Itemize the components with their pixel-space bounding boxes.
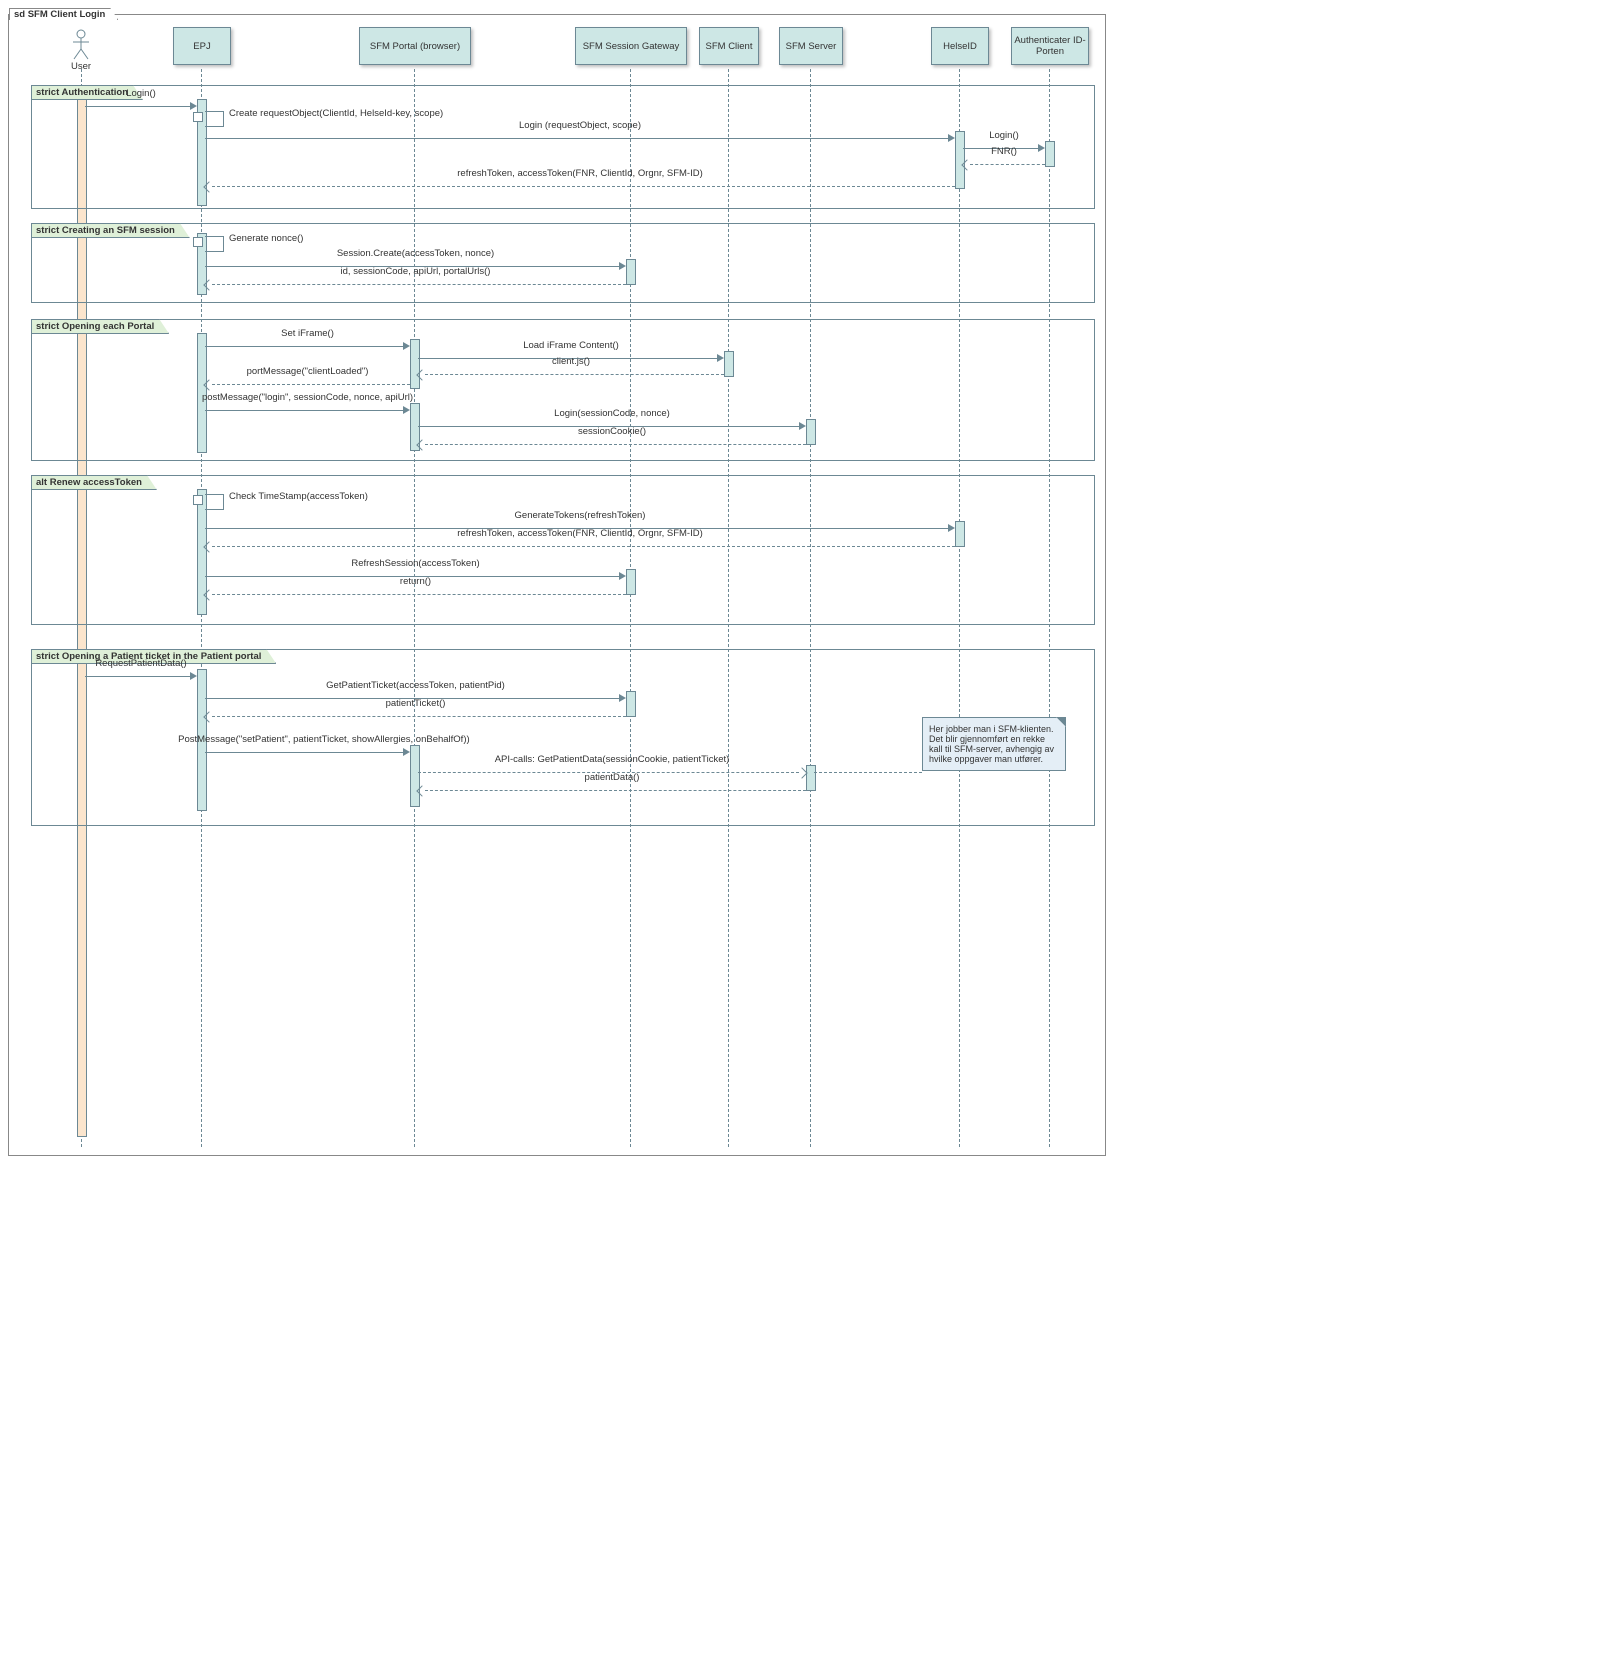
diagram-title: sd SFM Client Login [9,8,118,20]
head-epj: EPJ [173,27,231,65]
msg-return: return() [205,587,626,601]
msg-label: Generate nonce() [229,233,303,244]
head-client: SFM Client [699,27,759,65]
frag-label: alt Renew accessToken [31,475,157,490]
msg-label: Check TimeStamp(accessToken) [229,491,368,502]
msg-login-request: Login (requestObject, scope) [205,131,955,145]
msg-tokens-2: refreshToken, accessToken(FNR, ClientId,… [205,539,955,553]
msg-generate-nonce [205,236,224,252]
msg-patientdata: patientData() [418,783,806,797]
msg-label: Create requestObject(ClientId, HelseId-k… [229,108,443,119]
msg-check-timestamp [205,494,224,510]
msg-sessioncookie: sessionCookie() [418,437,806,451]
msg-fnr: FNR() [963,157,1045,171]
msg-create-requestobject [205,111,224,127]
head-portal: SFM Portal (browser) [359,27,471,65]
msg-session-return: id, sessionCode, apiUrl, portalUrls() [205,277,626,291]
msg-request-patient: RequestPatientData() [85,669,197,683]
head-gateway: SFM Session Gateway [575,27,687,65]
diagram-frame: sd SFM Client Login User EPJ SFM Portal … [8,14,1106,1156]
frag-label: strict Creating an SFM session [31,223,190,238]
activation [1045,141,1055,167]
msg-ticket-return: patientTicket() [205,709,626,723]
msg-tokens: refreshToken, accessToken(FNR, ClientId,… [205,179,955,193]
msg-portmessage-loaded: portMessage("clientLoaded") [205,377,410,391]
frag-label: strict Opening each Portal [31,319,169,334]
msg-set-iframe: Set iFrame() [205,339,410,353]
head-idporten: Authenticater ID-Porten [1011,27,1089,65]
msg-postmessage-login: postMessage("login", sessionCode, nonce,… [205,403,410,417]
msg-setpatient: PostMessage("setPatient", patientTicket,… [205,745,410,759]
head-server: SFM Server [779,27,843,65]
note-sfm: Her jobber man i SFM-klienten. Det blir … [922,717,1066,771]
msg-login-user-epj: Login() [85,99,197,113]
head-helseid: HelseID [931,27,989,65]
msg-clientjs: client.js() [418,367,724,381]
actor-user: User [67,29,95,72]
